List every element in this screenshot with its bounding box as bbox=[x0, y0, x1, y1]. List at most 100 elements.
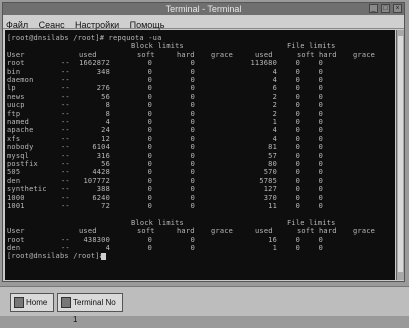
quota-cell: 0 bbox=[318, 185, 323, 194]
quota-cell: 0 bbox=[147, 101, 152, 110]
quota-cell: 0 bbox=[190, 109, 195, 118]
quota-cell: 4428 bbox=[92, 168, 110, 177]
quota-cell: 0 bbox=[318, 168, 323, 177]
quota-cell: 56 bbox=[101, 92, 110, 101]
quota-cell: 0 bbox=[318, 151, 323, 160]
column-header: soft bbox=[297, 227, 315, 236]
quota-cell: 0 bbox=[147, 168, 152, 177]
taskbar-item-terminal[interactable]: Terminal No 1 bbox=[57, 293, 123, 324]
scrollbar-thumb[interactable] bbox=[398, 36, 403, 272]
quota-cell: 388 bbox=[96, 185, 110, 194]
quota-cell: 8 bbox=[105, 109, 110, 118]
quota-cell: 0 bbox=[190, 202, 195, 210]
quota-cell: -- bbox=[61, 244, 70, 252]
quota-cell: 0 bbox=[318, 160, 323, 168]
quota-cell: synthetic bbox=[7, 185, 47, 194]
title-bar[interactable]: Terminal - Terminal _ □ × bbox=[3, 3, 404, 15]
file-limits-label: File limits bbox=[287, 218, 336, 227]
quota-cell: 0 bbox=[147, 84, 152, 93]
quota-cell: -- bbox=[61, 92, 70, 101]
quota-cell: named bbox=[7, 118, 30, 126]
column-header-row: User used soft hard grace used soft hard grace bbox=[5, 51, 395, 59]
quota-cell: 0 bbox=[318, 244, 323, 252]
quota-cell: -- bbox=[61, 176, 70, 185]
quota-cell: -- bbox=[61, 59, 70, 68]
quota-row: named -- 4 0 0 1 0 0 bbox=[5, 118, 395, 126]
quota-row: 1000 -- 6240 0 0 370 0 0 bbox=[5, 194, 395, 202]
quota-cell: -- bbox=[61, 67, 70, 76]
quota-cell: -- bbox=[61, 84, 70, 93]
limits-group-header: Block limits File limits bbox=[5, 219, 395, 227]
close-icon[interactable]: × bbox=[393, 4, 402, 13]
quota-row: den -- 4 0 0 1 0 0 bbox=[5, 244, 395, 252]
quota-cell: -- bbox=[61, 143, 70, 152]
quota-cell: 438300 bbox=[83, 235, 110, 244]
window-title: Terminal - Terminal bbox=[165, 4, 242, 14]
quota-cell: uucp bbox=[7, 101, 25, 110]
quota-cell: 0 bbox=[318, 134, 323, 143]
quota-cell: 0 bbox=[318, 67, 323, 76]
column-header: soft bbox=[137, 227, 155, 236]
maximize-icon[interactable]: □ bbox=[381, 4, 390, 13]
quota-row: lp -- 276 0 0 6 0 0 bbox=[5, 84, 395, 92]
taskbar-item-home[interactable]: Home bbox=[10, 293, 54, 312]
taskbar: Home Terminal No 1 bbox=[0, 286, 409, 324]
quota-cell: 0 bbox=[318, 193, 323, 202]
quota-cell: 0 bbox=[190, 67, 195, 76]
column-header: used bbox=[79, 227, 97, 236]
column-header: used bbox=[79, 50, 97, 59]
terminal-scrollbar[interactable] bbox=[396, 30, 404, 280]
quota-row: postfix -- 56 0 0 80 0 0 bbox=[5, 160, 395, 168]
quota-cell: 12 bbox=[101, 134, 110, 143]
quota-cell: den bbox=[7, 176, 21, 185]
block-limits-label: Block limits bbox=[131, 218, 184, 227]
quota-row: mysql -- 316 0 0 57 0 0 bbox=[5, 152, 395, 160]
quota-cell: 0 bbox=[147, 235, 152, 244]
quota-row: nobody -- 6104 0 0 81 0 0 bbox=[5, 143, 395, 151]
prompt-command: [root@dnsilabs /root]# repquota -ua bbox=[7, 34, 162, 42]
quota-cell: 0 bbox=[147, 92, 152, 101]
menu-bar: Файл Сеанс Настройки Помощь bbox=[3, 15, 404, 30]
quota-row: apache -- 24 0 0 4 0 0 bbox=[5, 126, 395, 134]
quota-cell: 0 bbox=[190, 168, 195, 177]
quota-cell: 0 bbox=[190, 193, 195, 202]
limits-group-header: Block limits File limits bbox=[5, 42, 395, 50]
quota-cell: 0 bbox=[147, 59, 152, 68]
quota-cell: 4 bbox=[105, 118, 110, 126]
quota-cell: 0 bbox=[147, 134, 152, 143]
quota-row: 1001 -- 72 0 0 11 0 0 bbox=[5, 202, 395, 210]
quota-cell: 505 bbox=[7, 168, 21, 177]
quota-cell: -- bbox=[61, 185, 70, 194]
column-header: used bbox=[255, 227, 273, 236]
quota-cell: 56 bbox=[101, 160, 110, 168]
quota-cell: -- bbox=[61, 134, 70, 143]
quota-cell: 0 bbox=[190, 235, 195, 244]
quota-cell: bin bbox=[7, 67, 21, 76]
taskbar-item-label: Home bbox=[26, 298, 48, 307]
quota-cell: 8 bbox=[105, 101, 110, 110]
quota-cell: 4 bbox=[105, 244, 110, 252]
terminal-output[interactable]: [root@dnsilabs /root]# repquota -ua Bloc… bbox=[5, 30, 395, 280]
quota-cell: 1001 bbox=[7, 202, 25, 210]
quota-cell: -- bbox=[61, 126, 70, 135]
column-header: grace bbox=[211, 50, 234, 59]
quota-row: root -- 438300 0 0 16 0 0 bbox=[5, 236, 395, 244]
quota-row: uucp -- 8 0 0 2 0 0 bbox=[5, 101, 395, 109]
quota-cell: 0 bbox=[318, 92, 323, 101]
quota-cell: 0 bbox=[318, 84, 323, 93]
quota-row: xfs -- 12 0 0 4 0 0 bbox=[5, 135, 395, 143]
quota-cell: 0 bbox=[147, 160, 152, 168]
quota-row: 505 -- 4428 0 0 570 0 0 bbox=[5, 168, 395, 176]
column-header-row: User used soft hard grace used soft hard grace bbox=[5, 227, 395, 235]
quota-cell: mysql bbox=[7, 151, 30, 160]
minimize-icon[interactable]: _ bbox=[369, 4, 378, 13]
quota-cell: 0 bbox=[190, 134, 195, 143]
quota-cell: 0 bbox=[318, 176, 323, 185]
quota-cell: -- bbox=[61, 202, 70, 210]
quota-row: synthetic -- 388 0 0 127 0 0 bbox=[5, 185, 395, 193]
column-header: hard bbox=[177, 227, 195, 236]
quota-cell: 0 bbox=[190, 84, 195, 93]
quota-cell: 1662872 bbox=[79, 59, 110, 68]
column-header: grace bbox=[353, 227, 376, 236]
quota-cell: 0 bbox=[147, 67, 152, 76]
